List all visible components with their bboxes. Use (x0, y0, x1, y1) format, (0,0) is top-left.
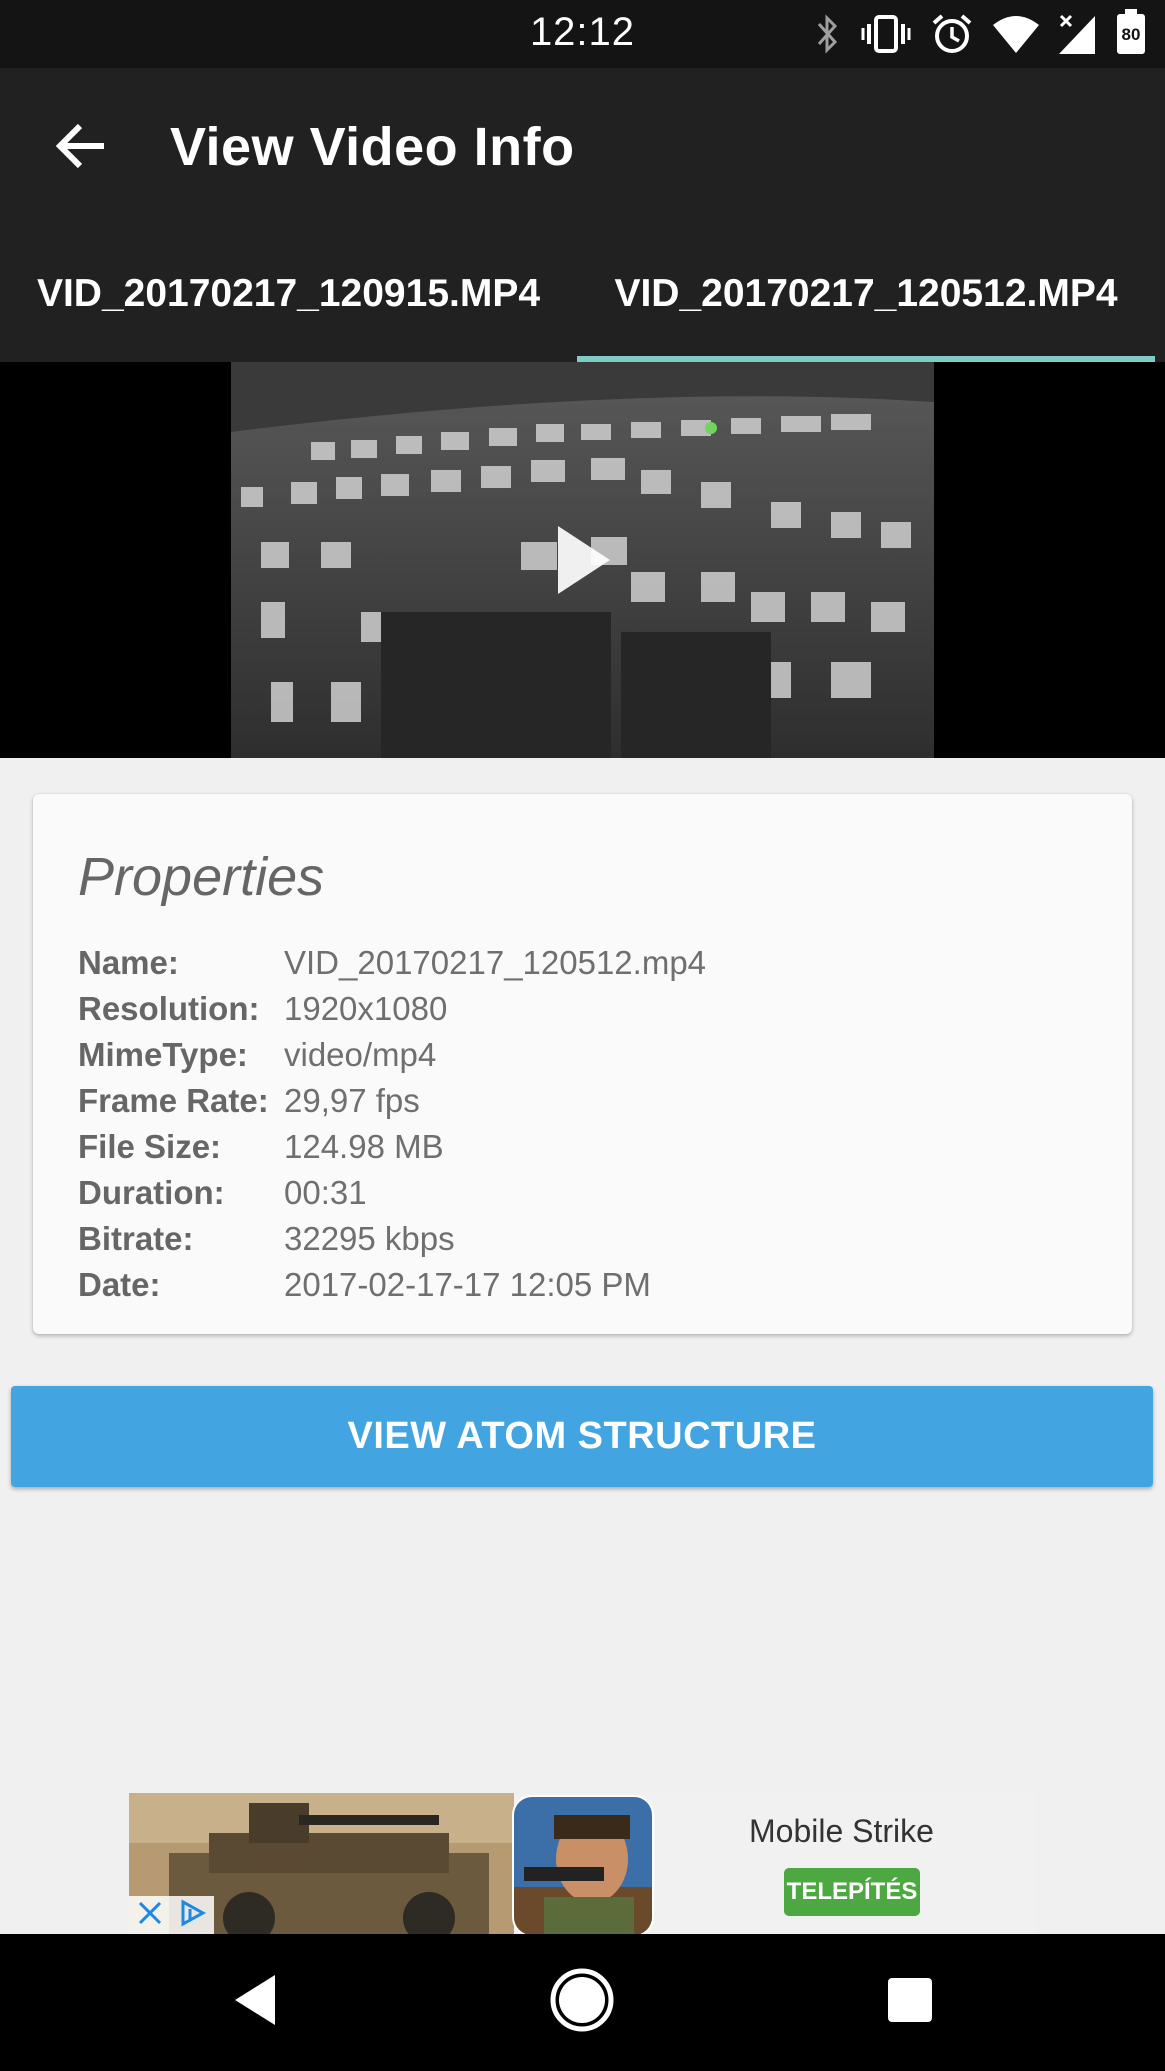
property-row: Resolution: 1920x1080 (78, 990, 1078, 1036)
video-area (0, 362, 1165, 758)
arrow-back-icon (54, 122, 106, 175)
property-label: Frame Rate: (78, 1082, 269, 1119)
tab-bar: VID_20170217_120915.MP4 VID_20170217_120… (0, 226, 1165, 362)
nav-recents-icon (886, 1976, 934, 2029)
property-value: 124.98 MB (284, 1128, 444, 1165)
property-row: Duration: 00:31 (78, 1174, 1078, 1220)
nav-recents-button[interactable] (840, 1934, 980, 2071)
wifi-icon (993, 15, 1039, 53)
tab-video-1[interactable]: VID_20170217_120915.MP4 (0, 226, 577, 362)
ad-app-name: Mobile Strike (749, 1813, 934, 1849)
video-thumbnail[interactable] (231, 362, 934, 758)
play-icon (552, 522, 616, 603)
property-value: VID_20170217_120512.mp4 (284, 944, 707, 981)
battery-icon: 80 (1117, 9, 1145, 54)
property-label: Date: (78, 1266, 161, 1303)
status-icons: 80 (815, 9, 1145, 58)
property-value: video/mp4 (284, 1036, 437, 1073)
app-bar: View Video Info (0, 68, 1165, 226)
ad-close-button[interactable] (129, 1896, 214, 1934)
property-value: 00:31 (284, 1174, 367, 1211)
property-value: 1920x1080 (284, 990, 448, 1027)
property-row: Date: 2017-02-17-17 12:05 PM (78, 1266, 1078, 1312)
property-row: File Size: 124.98 MB (78, 1128, 1078, 1174)
property-label: Bitrate: (78, 1220, 194, 1257)
property-value: 29,97 fps (284, 1082, 420, 1119)
properties-title: Properties (78, 847, 325, 907)
property-row: MimeType: video/mp4 (78, 1036, 1078, 1082)
property-label: Resolution: (78, 990, 260, 1027)
nav-back-icon (231, 1973, 279, 2032)
cell-signal-icon (1059, 14, 1097, 54)
view-atom-structure-button[interactable]: VIEW ATOM STRUCTURE (11, 1386, 1153, 1487)
property-value: 2017-02-17-17 12:05 PM (284, 1266, 651, 1303)
property-label: File Size: (78, 1128, 222, 1165)
adchoices-icon (178, 1898, 207, 1932)
property-label: Duration: (78, 1174, 225, 1211)
tab-video-2[interactable]: VID_20170217_120512.MP4 (577, 226, 1155, 362)
alarm-icon (931, 13, 973, 55)
property-label: Name: (78, 944, 179, 981)
properties-list: Name: VID_20170217_120512.mp4 Resolution… (78, 944, 1078, 1312)
property-row: Name: VID_20170217_120512.mp4 (78, 944, 1078, 990)
property-value: 32295 kbps (284, 1220, 455, 1257)
page-title: View Video Info (170, 117, 575, 177)
back-button[interactable] (40, 108, 120, 188)
nav-back-button[interactable] (185, 1934, 325, 2071)
bluetooth-icon (815, 14, 841, 54)
ad-install-button[interactable]: TELEPÍTÉS (784, 1868, 920, 1916)
property-label: MimeType: (78, 1036, 248, 1073)
vibrate-icon (861, 14, 911, 54)
ad-banner[interactable]: Mobile Strike TELEPÍTÉS (129, 1793, 1035, 1934)
nav-home-button[interactable] (512, 1934, 652, 2071)
property-row: Frame Rate: 29,97 fps (78, 1082, 1078, 1128)
system-nav-bar (0, 1934, 1165, 2071)
close-icon (137, 1900, 163, 1931)
property-row: Bitrate: 32295 kbps (78, 1220, 1078, 1266)
status-bar: 12:12 80 (0, 0, 1165, 68)
properties-card: Properties Name: VID_20170217_120512.mp4… (33, 794, 1132, 1334)
ad-app-icon[interactable] (512, 1795, 654, 1934)
nav-home-icon (549, 1967, 615, 2038)
